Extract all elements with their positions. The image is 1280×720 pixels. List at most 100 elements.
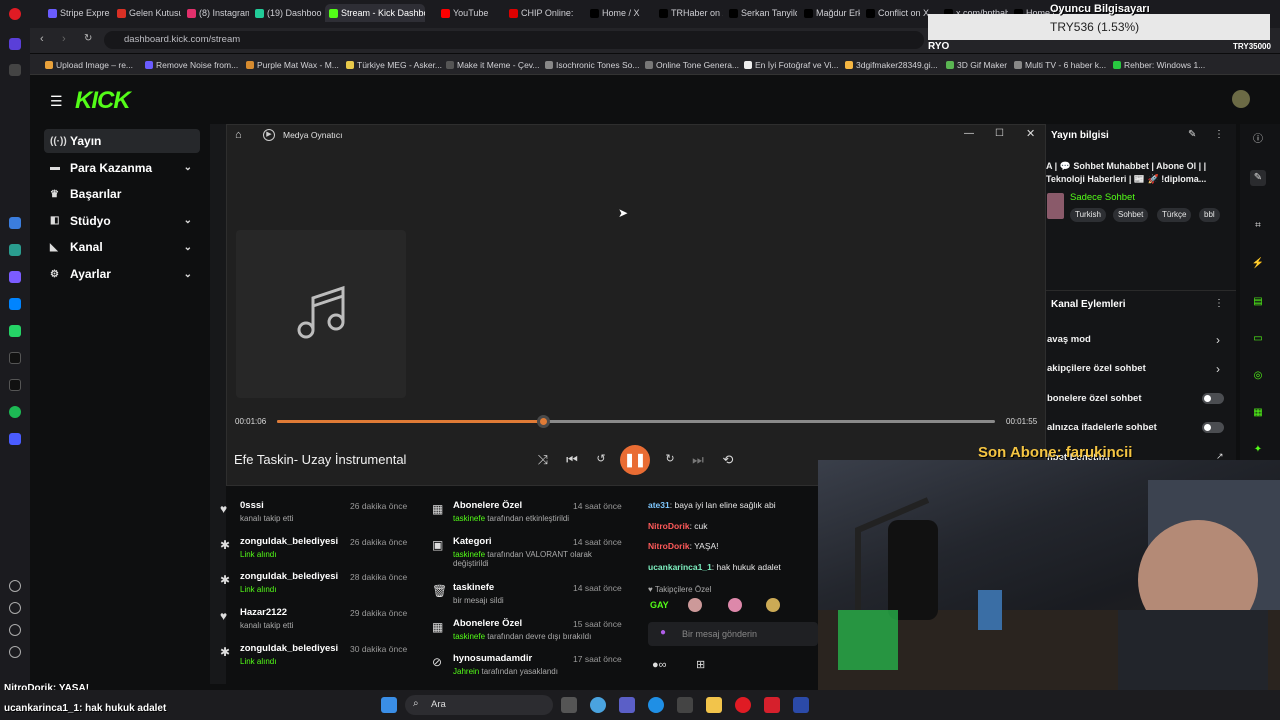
chat-username[interactable]: ucankarinca1_1: [648, 562, 712, 572]
activity-user[interactable]: zonguldak_belediyesi: [240, 643, 338, 654]
toggle-switch[interactable]: [1202, 392, 1224, 404]
info-icon[interactable]: ⓘ: [1250, 132, 1266, 148]
stream-tag[interactable]: Türkçe: [1157, 208, 1192, 222]
opera-taskbar-icon[interactable]: [735, 697, 751, 713]
bookmark-item[interactable]: Isochronic Tones So...: [545, 60, 639, 70]
nav-item-5[interactable]: ⚙ Ayarlar ⌄: [44, 262, 200, 286]
stream-tag[interactable]: bbl: [1199, 208, 1220, 222]
emoji-icon[interactable]: ●∞: [652, 659, 667, 671]
whatsapp-icon[interactable]: [9, 325, 21, 337]
wps-icon[interactable]: [764, 697, 780, 713]
avatar[interactable]: [1232, 90, 1250, 108]
chevron-right-icon[interactable]: ›: [1216, 362, 1220, 376]
chat-username[interactable]: ate31: [648, 500, 670, 510]
gift-icon[interactable]: ⊞: [696, 658, 705, 671]
bookmark-item[interactable]: Upload Image – re...: [45, 60, 133, 70]
more-icon[interactable]: ⋮: [1214, 298, 1224, 309]
pen-icon[interactable]: ✎: [1250, 170, 1266, 186]
stream-tag[interactable]: Sohbet: [1113, 208, 1149, 222]
browser-tab[interactable]: TRHaber on X: [655, 4, 723, 22]
layers-icon[interactable]: ▦: [1250, 405, 1266, 421]
moderation-actor[interactable]: taskinefe: [453, 632, 485, 641]
document-icon[interactable]: ▤: [1250, 294, 1266, 310]
forward-30-icon[interactable]: ↻: [662, 452, 678, 465]
browser-tab[interactable]: CHIP Online:: [505, 4, 581, 22]
chat-icon[interactable]: ▭: [1250, 331, 1266, 347]
url-input[interactable]: dashboard.kick.com/stream: [104, 31, 924, 49]
bookmark-item[interactable]: 3D Gif Maker: [946, 60, 1007, 70]
more-icon[interactable]: ⋮: [1214, 129, 1224, 140]
store-icon[interactable]: [677, 697, 693, 713]
rewind-10-icon[interactable]: ↺: [593, 452, 609, 465]
previous-icon[interactable]: ⏮: [564, 452, 580, 468]
chevron-down-icon[interactable]: ⌄: [184, 242, 192, 253]
next-icon[interactable]: ⏭: [690, 452, 706, 468]
broadcast-icon[interactable]: ◎: [1250, 368, 1266, 384]
stream-category[interactable]: Sadece Sohbet: [1070, 192, 1135, 203]
browser-tab[interactable]: (8) Instagram: [183, 4, 249, 22]
bookmark-item[interactable]: 3dgifmaker28349.gi...: [845, 60, 938, 70]
bookmark-item[interactable]: Purple Mat Wax - M...: [246, 60, 339, 70]
emote-icon[interactable]: GAY: [650, 600, 669, 610]
taskbar-search[interactable]: ⌕ Ara: [405, 695, 553, 715]
messenger-icon[interactable]: [9, 298, 21, 310]
browser-tab[interactable]: Conflict on X: [862, 4, 936, 22]
bookmark-item[interactable]: Rehber: Windows 1...: [1113, 60, 1205, 70]
wrench-icon[interactable]: ✦: [1250, 442, 1266, 458]
star-icon[interactable]: [9, 64, 21, 76]
copilot-icon[interactable]: [590, 697, 606, 713]
browser-tab[interactable]: Mağdur Erkek: [800, 4, 860, 22]
nav-item-4[interactable]: ◣ Kanal ⌄: [44, 235, 200, 259]
l-app-icon[interactable]: [793, 697, 809, 713]
chevron-down-icon[interactable]: ⌄: [184, 215, 192, 226]
chat-input[interactable]: ● Bir mesaj gönderin: [648, 622, 818, 646]
nav-item-2[interactable]: ♛ Başarılar: [44, 182, 200, 206]
minimize-icon[interactable]: —: [964, 128, 974, 139]
teams-icon[interactable]: [619, 697, 635, 713]
chevron-down-icon[interactable]: ⌄: [184, 162, 192, 173]
stream-tag[interactable]: Turkish: [1070, 208, 1106, 222]
menu-icon[interactable]: ☰: [50, 93, 63, 110]
browser-tab[interactable]: Serkan Tanyild: [725, 4, 797, 22]
bookmark-item[interactable]: En İyi Fotoğraf ve Vi...: [744, 60, 838, 70]
browser-tab[interactable]: (19) Dashboo: [251, 4, 323, 22]
bookmark-item[interactable]: Remove Noise from...: [145, 60, 238, 70]
home-icon[interactable]: [9, 38, 21, 50]
forward-icon[interactable]: ›: [62, 33, 66, 45]
activity-user[interactable]: Hazar2122: [240, 607, 287, 618]
cs-icon[interactable]: [9, 271, 21, 283]
maximize-icon[interactable]: ☐: [995, 128, 1004, 139]
close-icon[interactable]: ✕: [1026, 127, 1035, 140]
light-icon[interactable]: [9, 646, 21, 658]
nav-item-1[interactable]: ▬ Para Kazanma ⌄: [44, 156, 200, 180]
browser-tab[interactable]: Home / X: [586, 4, 652, 22]
chatgpt-icon[interactable]: [9, 244, 21, 256]
opera-logo-icon[interactable]: [9, 8, 21, 20]
settings-sidebar-icon[interactable]: [9, 624, 21, 636]
bookmark-item[interactable]: Türkiye MEG - Asker...: [346, 60, 442, 70]
bookmark-item[interactable]: Multi TV - 6 haber k...: [1014, 60, 1106, 70]
pause-button[interactable]: ❚❚: [620, 445, 650, 475]
kick-logo[interactable]: KICK: [75, 87, 131, 115]
crop-icon[interactable]: ⌗: [1250, 218, 1266, 234]
activity-user[interactable]: zonguldak_belediyesi: [240, 536, 338, 547]
toggle-switch[interactable]: [1202, 422, 1224, 434]
heart-sidebar-icon[interactable]: [9, 580, 21, 592]
moderation-actor[interactable]: Jahrein: [453, 667, 479, 676]
browser-tab[interactable]: Stripe Express: [44, 4, 110, 22]
activity-user[interactable]: 0sssi: [240, 500, 264, 511]
activity-user[interactable]: zonguldak_belediyesi: [240, 571, 338, 582]
chevron-down-icon[interactable]: ⌄: [184, 269, 192, 280]
emote-icon[interactable]: [688, 598, 702, 612]
task-view-icon[interactable]: [561, 697, 577, 713]
moderation-actor[interactable]: taskinefe: [453, 514, 485, 523]
history-icon[interactable]: [9, 602, 21, 614]
browser-tab[interactable]: Stream - Kick Dashboa: [325, 4, 425, 22]
mic-icon[interactable]: ●: [660, 627, 666, 638]
browser-tab[interactable]: YouTube: [437, 4, 501, 22]
edit-icon[interactable]: ✎: [1188, 129, 1196, 140]
chat-username[interactable]: NitroDorik: [648, 541, 690, 551]
x-icon[interactable]: [9, 379, 21, 391]
start-icon[interactable]: [381, 697, 397, 713]
bookmark-item[interactable]: Make it Meme - Çev...: [446, 60, 540, 70]
